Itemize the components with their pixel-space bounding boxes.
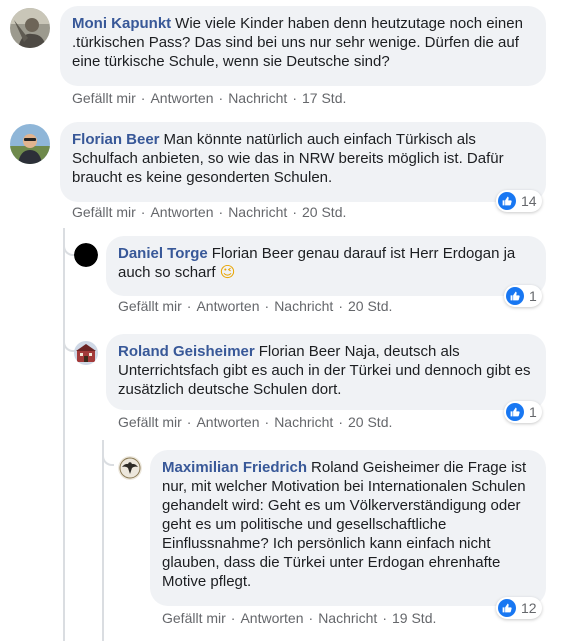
like-count: 12	[521, 600, 537, 616]
comment-bubble: Maximilian Friedrich Roland Geisheimer di…	[150, 450, 546, 606]
separator-dot: ·	[140, 90, 146, 106]
message-link[interactable]: Nachricht	[318, 610, 377, 626]
separator-dot: ·	[382, 610, 387, 626]
comment-bubble: Daniel Torge Florian Beer genau darauf is…	[106, 236, 546, 296]
reply-link[interactable]: Antworten	[150, 90, 213, 106]
comment-author[interactable]: Daniel Torge	[118, 245, 208, 262]
person-photo-avatar-icon	[10, 8, 50, 48]
person-photo-avatar-icon	[10, 124, 50, 164]
comment-time[interactable]: 20 Std.	[348, 414, 392, 430]
thread-branch	[63, 228, 75, 256]
separator-dot: ·	[338, 414, 343, 430]
like-link[interactable]: Gefällt mir	[118, 298, 182, 314]
reply-link[interactable]: Antworten	[196, 298, 259, 314]
like-count: 1	[529, 288, 537, 304]
thread-line-nested	[102, 440, 104, 641]
separator-dot: ·	[218, 90, 224, 106]
like-count: 1	[529, 404, 537, 420]
like-count: 14	[521, 193, 537, 209]
comment-author[interactable]: Maximilian Friedrich	[162, 459, 307, 476]
comment-actions: Gefällt mir · Antworten · Nachricht · 20 Std.	[118, 414, 392, 430]
separator-dot: ·	[292, 90, 297, 106]
separator-dot: ·	[264, 414, 270, 430]
comment-author[interactable]: Florian Beer	[72, 131, 160, 148]
thumbs-up-icon	[506, 403, 524, 421]
reply-link[interactable]: Antworten	[240, 610, 303, 626]
reaction-count[interactable]: 1	[504, 401, 542, 423]
like-link[interactable]: Gefällt mir	[72, 204, 136, 220]
comment-time[interactable]: 20 Std.	[348, 298, 392, 314]
comment-author[interactable]: Roland Geisheimer	[118, 343, 255, 360]
like-link[interactable]: Gefällt mir	[72, 90, 136, 106]
reaction-count[interactable]: 12	[496, 597, 542, 619]
comment-time[interactable]: 20 Std.	[302, 204, 346, 220]
comment-time[interactable]: 19 Std.	[392, 610, 436, 626]
reply-link[interactable]: Antworten	[196, 414, 259, 430]
black-circle-avatar-icon	[74, 243, 98, 267]
comment-actions: Gefällt mir · Antworten · Nachricht · 19 Std.	[162, 610, 436, 626]
avatar[interactable]	[74, 243, 98, 267]
separator-dot: ·	[186, 298, 192, 314]
avatar[interactable]	[118, 456, 142, 480]
separator-dot: ·	[186, 414, 192, 430]
separator-dot: ·	[338, 298, 343, 314]
like-link[interactable]: Gefällt mir	[162, 610, 226, 626]
message-link[interactable]: Nachricht	[228, 204, 287, 220]
thread-branch	[102, 440, 114, 466]
avatar[interactable]	[10, 8, 50, 48]
thread-branch	[63, 330, 75, 352]
separator-dot: ·	[264, 298, 270, 314]
wink-emoji-icon: 😉	[219, 263, 236, 281]
separator-dot: ·	[292, 204, 297, 220]
message-link[interactable]: Nachricht	[274, 414, 333, 430]
comment-actions: Gefällt mir · Antworten · Nachricht · 20 Std.	[118, 298, 392, 314]
message-link[interactable]: Nachricht	[274, 298, 333, 314]
comment-bubble: Roland Geisheimer Florian Beer Naja, deut…	[106, 334, 546, 410]
comment-actions: Gefällt mir · Antworten · Nachricht · 20 Std.	[72, 204, 346, 220]
separator-dot: ·	[218, 204, 224, 220]
thumbs-up-icon	[506, 287, 524, 305]
comment-actions: Gefällt mir · Antworten · Nachricht · 17 Std.	[72, 90, 346, 106]
avatar[interactable]	[10, 124, 50, 164]
comment-bubble: Moni Kapunkt Wie viele Kinder haben denn …	[60, 6, 546, 86]
comment-time[interactable]: 17 Std.	[302, 90, 346, 106]
reply-link[interactable]: Antworten	[150, 204, 213, 220]
comment-bubble: Florian Beer Man könnte natürlich auch ei…	[60, 122, 546, 202]
thumbs-up-icon	[498, 599, 516, 617]
building-photo-avatar-icon	[74, 341, 98, 365]
comment-author[interactable]: Moni Kapunkt	[72, 15, 171, 32]
reaction-count[interactable]: 1	[504, 285, 542, 307]
thread-line-main	[63, 228, 65, 641]
eagle-emblem-avatar-icon	[118, 456, 142, 480]
thumbs-up-icon	[498, 192, 516, 210]
like-link[interactable]: Gefällt mir	[118, 414, 182, 430]
comment-text: Roland Geisheimer die Frage ist nur, mit…	[162, 459, 527, 590]
separator-dot: ·	[230, 610, 236, 626]
avatar[interactable]	[74, 341, 98, 365]
reaction-count[interactable]: 14	[496, 190, 542, 212]
message-link[interactable]: Nachricht	[228, 90, 287, 106]
separator-dot: ·	[140, 204, 146, 220]
separator-dot: ·	[308, 610, 314, 626]
